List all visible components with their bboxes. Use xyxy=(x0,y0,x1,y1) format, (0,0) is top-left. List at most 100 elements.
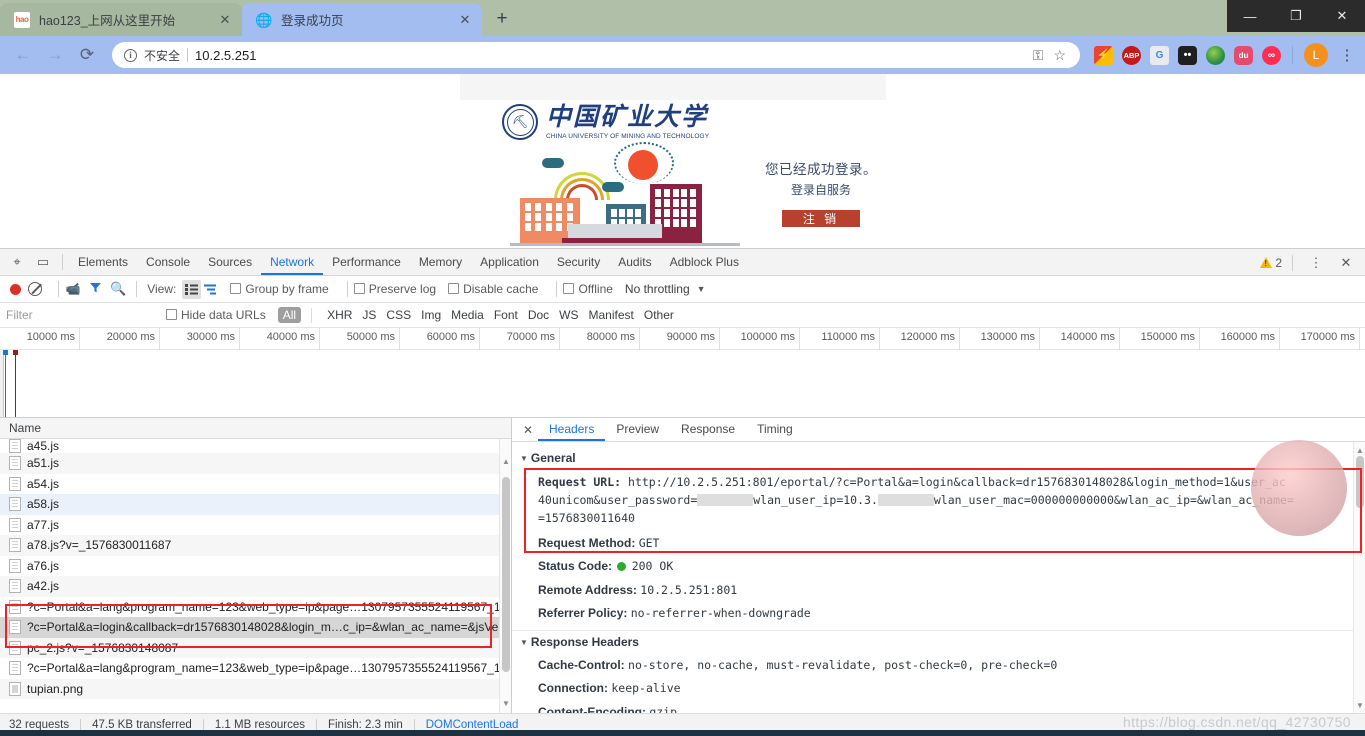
close-icon[interactable]: ✕ xyxy=(216,11,234,29)
tab-network[interactable]: Network xyxy=(261,249,323,275)
tab-timing[interactable]: Timing xyxy=(746,418,804,441)
close-icon[interactable]: ✕ xyxy=(1319,0,1365,32)
table-row[interactable]: a76.js xyxy=(0,556,511,577)
close-icon[interactable]: ✕ xyxy=(456,11,474,29)
table-row[interactable]: a54.js xyxy=(0,474,511,495)
tab-adblock-plus[interactable]: Adblock Plus xyxy=(661,249,748,275)
table-row[interactable]: ?c=Portal&a=lang&program_name=123&web_ty… xyxy=(0,597,511,618)
logout-button[interactable]: 注 销 xyxy=(782,210,860,227)
hide-data-urls-checkbox[interactable] xyxy=(166,309,177,320)
maximize-icon[interactable]: ❐ xyxy=(1273,0,1319,32)
scrollbar-thumb[interactable] xyxy=(502,477,510,672)
new-tab-button[interactable]: + xyxy=(488,5,516,33)
minimize-icon[interactable]: — xyxy=(1227,0,1273,32)
tab-sources[interactable]: Sources xyxy=(199,249,261,275)
adblock-plus-icon[interactable]: ABP xyxy=(1122,45,1141,65)
table-row[interactable]: a77.js xyxy=(0,515,511,536)
chrome-menu-icon[interactable]: ⋮ xyxy=(1337,46,1357,64)
google-translate-icon[interactable]: G xyxy=(1150,45,1169,65)
offline-checkbox[interactable] xyxy=(563,283,575,294)
tab-headers[interactable]: Headers xyxy=(538,418,605,441)
filter-type-all[interactable]: All xyxy=(277,307,302,323)
devtools-close-icon[interactable]: ✕ xyxy=(1333,251,1359,275)
throttling-select[interactable]: No throttling xyxy=(625,282,690,296)
info-icon[interactable]: i xyxy=(124,48,137,62)
table-row[interactable]: ?c=Portal&a=login&callback=dr15768301480… xyxy=(0,617,511,638)
tab-response[interactable]: Response xyxy=(670,418,746,441)
device-toolbar-icon[interactable]: ▭ xyxy=(30,250,56,274)
request-name: ?c=Portal&a=login&callback=dr15768301480… xyxy=(27,620,499,635)
table-row[interactable]: a45.js xyxy=(0,439,511,453)
js-file-icon xyxy=(9,517,21,532)
chevron-down-icon[interactable]: ▼ xyxy=(697,284,706,294)
request-list-scrollbar[interactable]: ▲ ▼ xyxy=(499,439,511,713)
scroll-down-icon[interactable]: ▼ xyxy=(500,697,512,709)
filter-type-doc[interactable]: Doc xyxy=(523,307,554,323)
table-row[interactable]: a42.js xyxy=(0,576,511,597)
scrollbar-thumb[interactable] xyxy=(1356,456,1364,508)
tab-memory[interactable]: Memory xyxy=(410,249,471,275)
table-row[interactable]: pc_2.js?v=_1576830148087 xyxy=(0,637,511,658)
filter-type-js[interactable]: JS xyxy=(357,307,381,323)
response-headers-section[interactable]: ▼ Response Headers xyxy=(520,635,1365,649)
password-key-icon[interactable]: ⚿ xyxy=(1033,47,1044,64)
view-list-icon[interactable] xyxy=(182,279,202,299)
tab-console[interactable]: Console xyxy=(137,249,199,275)
back-icon[interactable]: ← xyxy=(8,40,38,70)
network-overview-timeline[interactable]: 10000 ms 20000 ms 30000 ms 40000 ms 5000… xyxy=(0,328,1365,418)
table-row[interactable]: a58.js xyxy=(0,494,511,515)
disable-cache-checkbox[interactable] xyxy=(448,283,460,294)
avatar[interactable]: L xyxy=(1304,43,1328,67)
detail-scrollbar[interactable]: ▲ ▼ xyxy=(1353,442,1365,713)
earth-vpn-icon[interactable] xyxy=(1206,45,1225,65)
reload-icon[interactable]: ⟳ xyxy=(72,40,102,70)
filter-funnel-icon[interactable] xyxy=(89,281,102,297)
devtools-menu-icon[interactable]: ⋮ xyxy=(1303,251,1329,275)
tab-performance[interactable]: Performance xyxy=(323,249,410,275)
filter-input[interactable] xyxy=(6,308,166,322)
filter-type-other[interactable]: Other xyxy=(639,307,679,323)
inspect-element-icon[interactable]: ⌖ xyxy=(4,250,30,274)
table-row[interactable]: a78.js?v=_1576830011687 xyxy=(0,535,511,556)
scroll-down-icon[interactable]: ▼ xyxy=(1354,699,1365,711)
filter-type-manifest[interactable]: Manifest xyxy=(584,307,639,323)
general-section-header[interactable]: ▼ General xyxy=(520,451,1365,465)
group-by-frame-checkbox[interactable] xyxy=(230,283,242,294)
search-icon[interactable]: 🔍 xyxy=(110,281,126,297)
thunder-download-icon[interactable] xyxy=(1094,45,1113,65)
scroll-up-icon[interactable]: ▲ xyxy=(1354,444,1365,456)
filter-type-ws[interactable]: WS xyxy=(554,307,583,323)
bookmark-star-icon[interactable]: ☆ xyxy=(1053,47,1066,64)
detail-close-icon[interactable]: ✕ xyxy=(518,423,538,437)
baidu-icon[interactable]: du xyxy=(1234,45,1253,65)
tab-elements[interactable]: Elements xyxy=(69,249,137,275)
filter-type-css[interactable]: CSS xyxy=(381,307,416,323)
filter-type-img[interactable]: Img xyxy=(416,307,446,323)
camera-filmstrip-icon[interactable]: 📹 xyxy=(65,282,81,296)
table-row[interactable]: ?c=Portal&a=lang&program_name=123&web_ty… xyxy=(0,658,511,679)
address-bar[interactable]: i 不安全 10.2.5.251 ⚿ ☆ xyxy=(112,42,1080,68)
browser-tab-hao123[interactable]: hao hao123_上网从这里开始 ✕ xyxy=(0,3,242,36)
timeline-left-handle[interactable] xyxy=(0,350,4,417)
forward-icon[interactable]: → xyxy=(40,40,70,70)
request-rows[interactable]: a45.js a51.js a54.js a58.js a77.js a78.j… xyxy=(0,439,511,713)
view-waterfall-icon[interactable] xyxy=(201,280,220,299)
preserve-log-checkbox[interactable] xyxy=(353,283,365,294)
warning-badge[interactable]: 2 xyxy=(1260,256,1282,270)
tab-audits[interactable]: Audits xyxy=(609,249,660,275)
filter-type-font[interactable]: Font xyxy=(489,307,523,323)
dark-reader-icon[interactable] xyxy=(1178,45,1197,65)
infinity-newtab-icon[interactable]: ∞ xyxy=(1262,45,1281,65)
filter-type-xhr[interactable]: XHR xyxy=(322,307,357,323)
record-button[interactable] xyxy=(10,283,21,295)
browser-tab-login-success[interactable]: 🌐 登录成功页 ✕ xyxy=(242,3,482,36)
clear-icon[interactable] xyxy=(28,282,42,296)
filter-type-media[interactable]: Media xyxy=(446,307,489,323)
tab-application[interactable]: Application xyxy=(471,249,548,275)
name-column-header[interactable]: Name xyxy=(0,418,511,439)
table-row[interactable]: tupian.png xyxy=(0,678,511,699)
tab-preview[interactable]: Preview xyxy=(605,418,670,441)
table-row[interactable]: a51.js xyxy=(0,453,511,474)
tab-security[interactable]: Security xyxy=(548,249,609,275)
scroll-up-icon[interactable]: ▲ xyxy=(500,455,512,467)
